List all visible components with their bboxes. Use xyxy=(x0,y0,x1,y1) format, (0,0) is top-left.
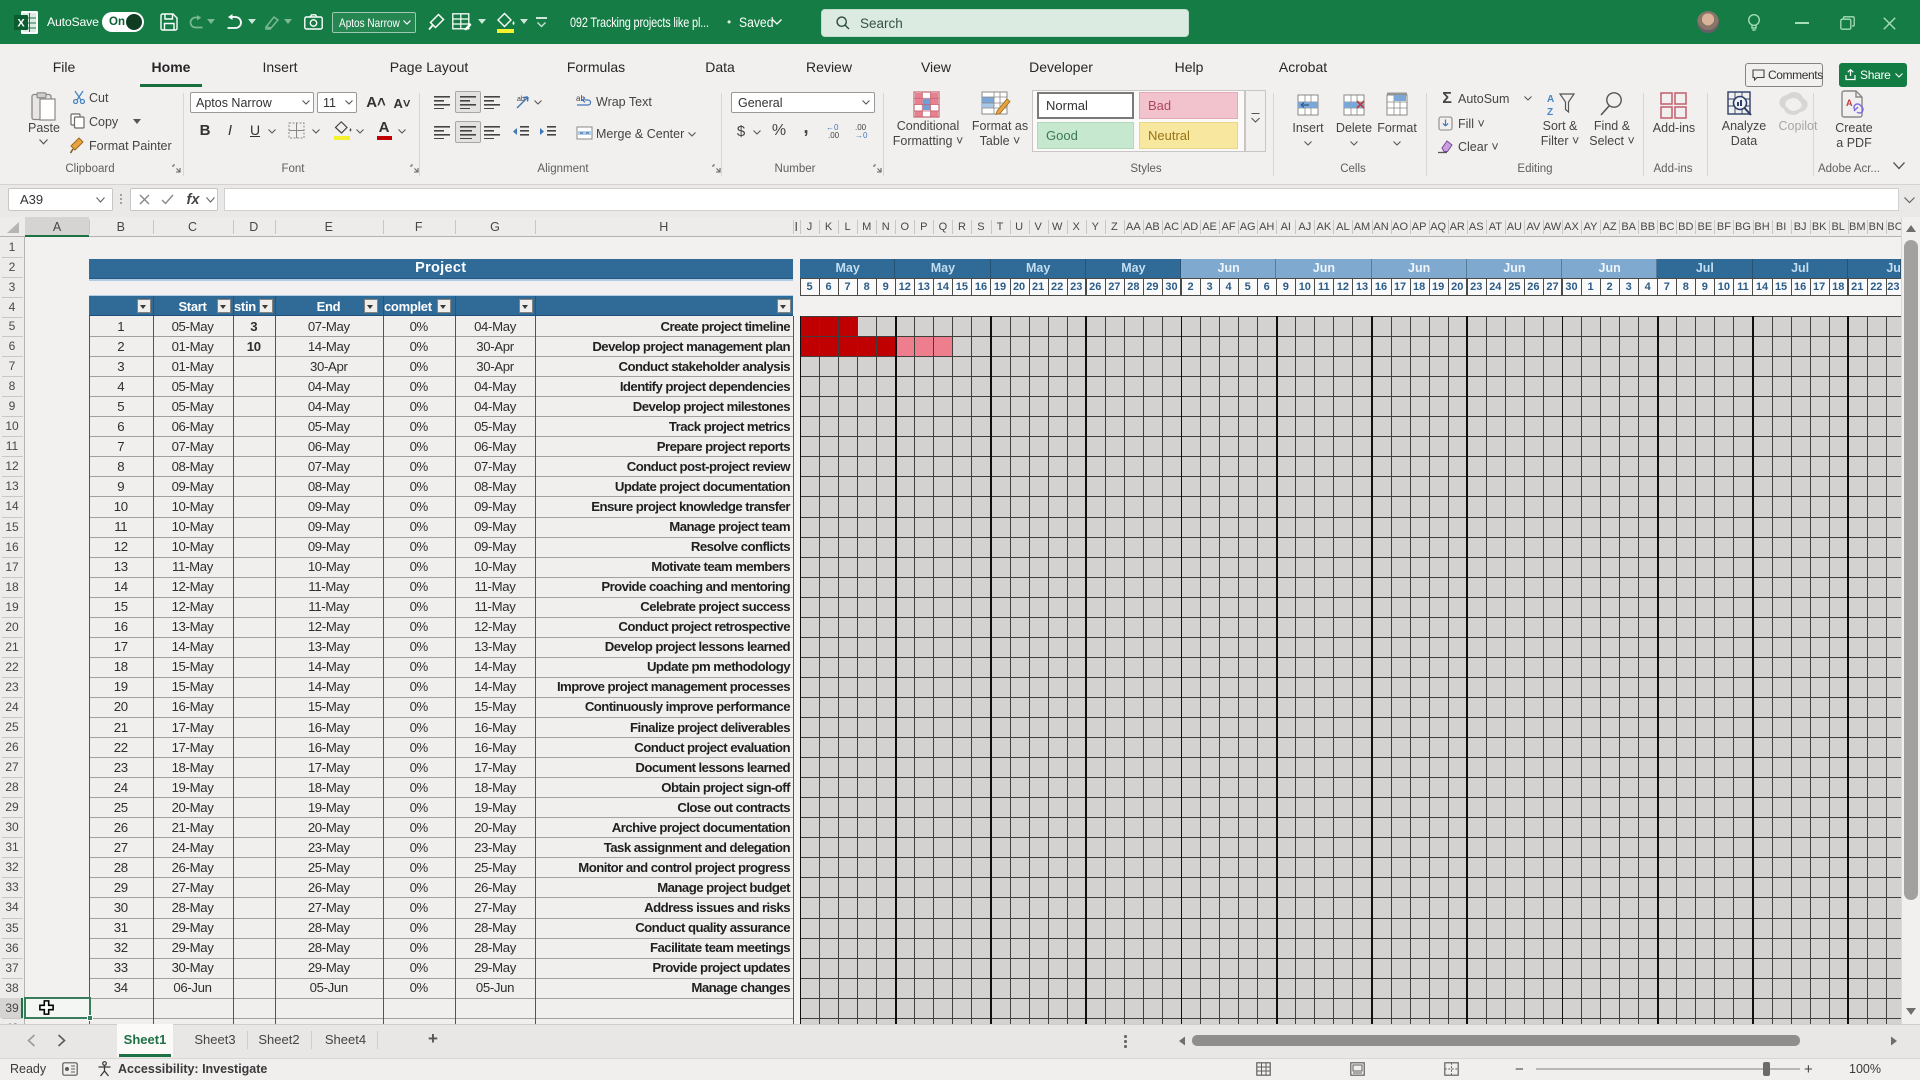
svg-text:X: X xyxy=(17,18,25,30)
svg-text:Z: Z xyxy=(1547,107,1553,117)
svg-text:A: A xyxy=(1547,94,1554,105)
svg-text:A: A xyxy=(1846,98,1853,108)
svg-text:→0: →0 xyxy=(855,131,868,139)
svg-text:ab: ab xyxy=(517,96,525,103)
svg-text:.00: .00 xyxy=(828,131,840,139)
